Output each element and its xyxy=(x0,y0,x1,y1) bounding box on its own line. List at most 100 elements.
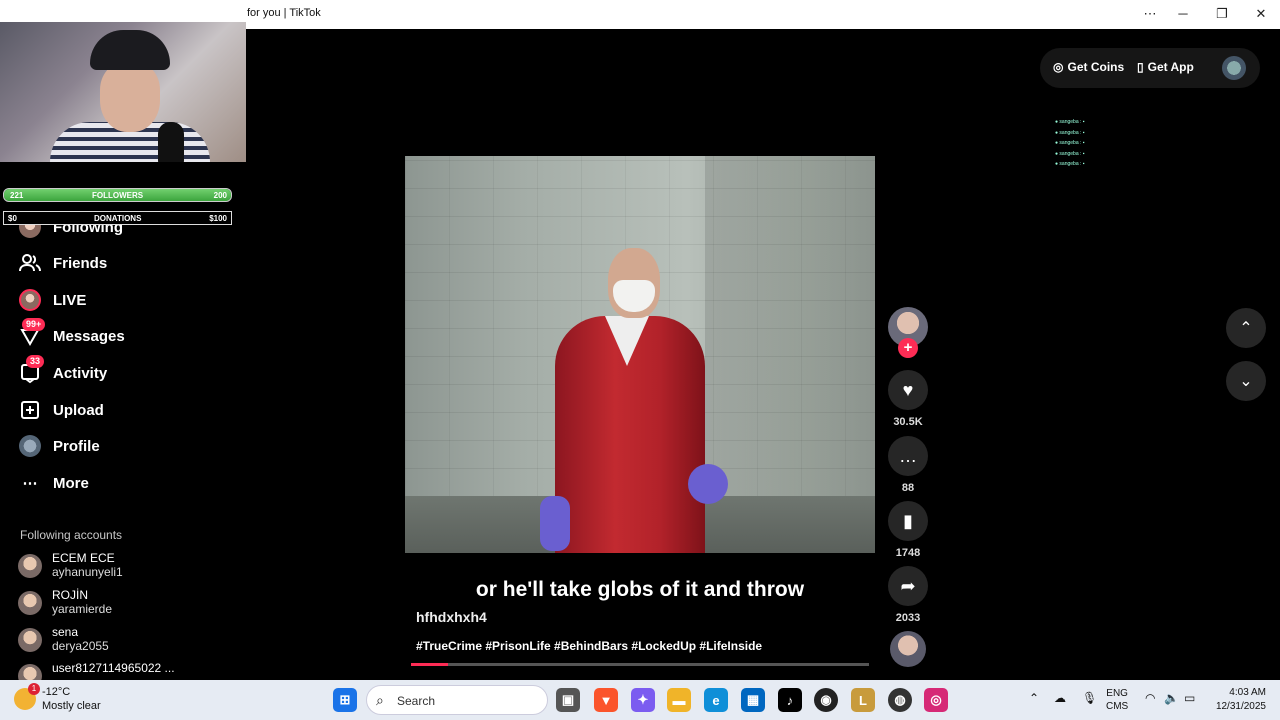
sidebar-item-label: LIVE xyxy=(53,291,87,309)
weather-alert-badge: 1 xyxy=(28,683,40,695)
follow-plus-icon[interactable]: + xyxy=(898,338,918,358)
window-title: for you | TikTok xyxy=(247,7,321,19)
sidebar-item-messages[interactable]: 99+ Messages xyxy=(18,318,125,349)
sidebar-item-profile[interactable]: Profile xyxy=(18,433,100,459)
activity-icon: 33 xyxy=(18,355,45,385)
share-button[interactable]: ➦ 2033 xyxy=(888,566,928,624)
tiktok-icon[interactable]: ♪ xyxy=(778,688,802,712)
tray-overflow-icon[interactable]: ⌃ xyxy=(1029,692,1039,705)
brave-icon[interactable]: ▼ xyxy=(594,688,618,712)
donations-current: $0 xyxy=(8,214,17,223)
battery-icon[interactable]: ▭ xyxy=(1184,692,1195,705)
sidebar-item-label: Friends xyxy=(53,254,108,272)
chevron-down-icon: ⌄ xyxy=(1239,373,1253,390)
sidebar-item-label: Messages xyxy=(53,327,125,345)
video-author[interactable]: hfhdxhxh4 xyxy=(416,609,487,625)
following-account[interactable]: ECEM ECE ayhanunyeli1 xyxy=(18,551,218,585)
onedrive-icon[interactable]: ☁ xyxy=(1054,692,1066,705)
clock-time: 4:03 AM xyxy=(1229,687,1266,698)
start-icon[interactable]: ⊞ xyxy=(333,688,357,712)
taskbar-search[interactable]: ⌕ Search xyxy=(366,685,548,715)
sidebar-item-activity[interactable]: 33 Activity xyxy=(18,355,108,386)
comment-icon: … xyxy=(888,436,928,476)
copilot-icon[interactable]: ✦ xyxy=(631,688,655,712)
video-progress-bar[interactable] xyxy=(411,663,869,666)
upload-icon xyxy=(18,398,42,422)
more-icon: ⋯ xyxy=(22,475,38,492)
profile-avatar-icon xyxy=(18,434,42,458)
messages-badge: 99+ xyxy=(22,318,46,331)
volume-icon[interactable]: 🔈 xyxy=(1164,692,1179,705)
account-handle: yaramierde xyxy=(52,602,113,616)
sidebar-item-more[interactable]: ⋯ More xyxy=(18,470,89,496)
get-app-button[interactable]: ▯ Get App xyxy=(1137,60,1194,74)
messages-icon: 99+ xyxy=(18,318,46,348)
weather-widget[interactable]: 1 -12°C Mostly clear xyxy=(14,683,124,716)
sidebar-item-upload[interactable]: Upload xyxy=(18,397,104,423)
obs-icon[interactable]: ◉ xyxy=(814,688,838,712)
followers-goal: 200 xyxy=(213,191,227,200)
coin-icon: ◎ xyxy=(1053,60,1064,74)
store-icon[interactable]: ▦ xyxy=(741,688,765,712)
account-handle: ayhanunyeli1 xyxy=(52,565,123,579)
live-icon xyxy=(18,288,42,312)
edge-icon[interactable]: e xyxy=(704,688,728,712)
task-view-icon[interactable]: ▣ xyxy=(556,688,580,712)
sidebar-item-label: More xyxy=(53,474,89,492)
chevron-up-icon: ⌃ xyxy=(1239,320,1253,337)
following-account[interactable]: sena derya2055 xyxy=(18,625,218,659)
save-button[interactable]: ▮ 1748 xyxy=(888,501,928,559)
heart-icon: ♥ xyxy=(888,370,928,410)
webcam-overlay xyxy=(0,22,246,162)
minimize-icon[interactable]: ─ xyxy=(1174,6,1192,22)
mic-icon[interactable]: 🎙 xyxy=(1082,692,1097,705)
avatar xyxy=(18,554,42,578)
search-icon: ⌕ xyxy=(376,692,384,708)
file-explorer-icon[interactable]: ▬ xyxy=(667,688,691,712)
comment-count: 88 xyxy=(901,482,915,494)
sidebar-item-label: Upload xyxy=(53,401,104,419)
wifi-icon[interactable]: ◠ xyxy=(1145,692,1155,705)
sidebar-item-friends[interactable]: Friends xyxy=(18,250,107,276)
activity-badge: 33 xyxy=(26,355,45,368)
stream-chat-overlay: ● sangeba : ▪ ● sangeba : ▪ ● sangeba : ▪ ●… xyxy=(1055,119,1085,167)
donations-goal-bar: $0 DONATIONS $100 xyxy=(3,211,232,225)
search-label: Search xyxy=(397,694,436,708)
get-coins-button[interactable]: ◎ Get Coins xyxy=(1053,60,1124,74)
share-count: 2033 xyxy=(895,612,921,624)
music-disc-avatar[interactable] xyxy=(890,631,926,667)
followers-label: FOLLOWERS xyxy=(92,191,144,200)
close-icon[interactable]: ✕ xyxy=(1252,6,1270,22)
league-icon[interactable]: L xyxy=(851,688,875,712)
save-count: 1748 xyxy=(895,547,921,559)
steam-icon[interactable]: ◍ xyxy=(888,688,912,712)
phone-icon: ▯ xyxy=(1137,60,1144,74)
account-name: ROJİN xyxy=(52,588,88,602)
followers-current: 221 xyxy=(10,191,24,200)
sidebar-item-label: Profile xyxy=(53,437,100,455)
more-horizontal-icon[interactable]: ⋯ xyxy=(1141,6,1159,22)
clock-date: 12/31/2025 xyxy=(1215,701,1266,712)
video-player[interactable] xyxy=(405,156,875,553)
restore-icon[interactable]: ❐ xyxy=(1213,6,1231,22)
clock[interactable]: 4:03 AM 12/31/2025 xyxy=(1210,686,1266,714)
next-video-button[interactable]: ⌄ xyxy=(1226,361,1266,401)
like-button[interactable]: ♥ 30.5K xyxy=(888,370,928,428)
donations-label: DONATIONS xyxy=(94,214,142,223)
comment-button[interactable]: … 88 xyxy=(888,436,928,494)
sidebar-item-live[interactable]: LIVE xyxy=(18,287,86,313)
video-hashtags[interactable]: #TrueCrime #PrisonLife #BehindBars #Lock… xyxy=(416,639,762,653)
sidebar-item-label: Activity xyxy=(53,364,108,382)
account-handle: derya2055 xyxy=(52,639,109,653)
language-indicator[interactable]: ENG CMS xyxy=(1106,687,1128,713)
bookmark-icon: ▮ xyxy=(888,501,928,541)
donations-goal: $100 xyxy=(209,214,227,223)
header-actions: ◎ Get Coins ▯ Get App xyxy=(1040,48,1260,88)
account-name: ECEM ECE xyxy=(52,551,115,565)
weather-temp: -12°C xyxy=(42,686,71,698)
instagram-icon[interactable]: ◎ xyxy=(924,688,948,712)
following-account[interactable]: ROJİN yaramierde xyxy=(18,588,218,622)
user-avatar[interactable] xyxy=(1222,56,1246,80)
previous-video-button[interactable]: ⌃ xyxy=(1226,308,1266,348)
followers-goal-bar: 221 FOLLOWERS 200 xyxy=(3,188,232,202)
